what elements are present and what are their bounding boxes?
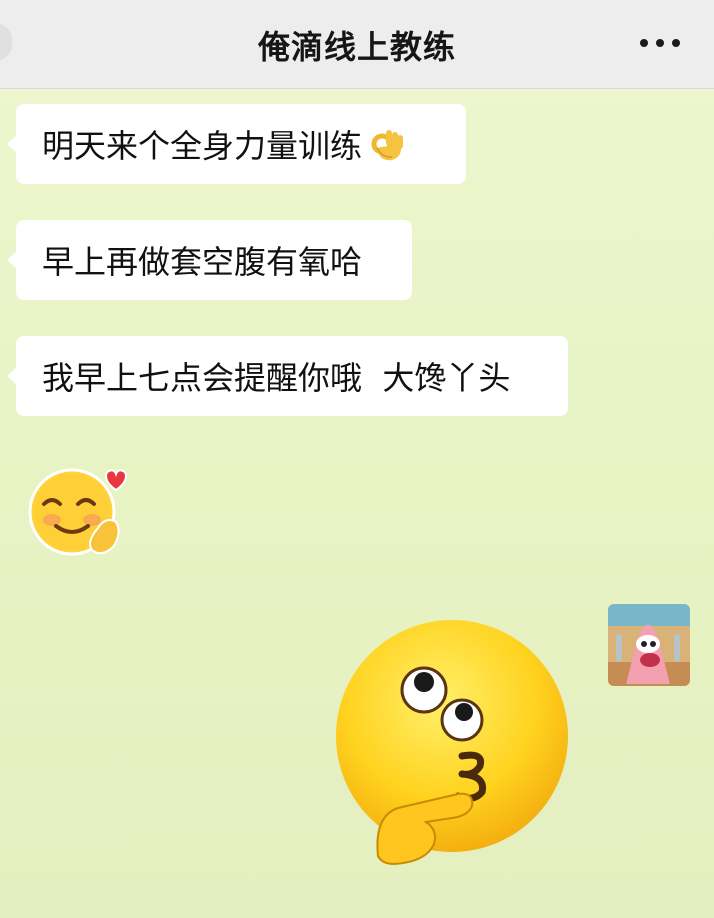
patrick-star-avatar-icon <box>608 604 690 686</box>
more-options-icon[interactable] <box>640 28 680 58</box>
ok-hand-emoji-icon <box>371 130 404 161</box>
message-text: 明天来个全身力量训练 <box>42 127 363 165</box>
sender-avatar[interactable] <box>608 604 690 686</box>
thinking-kiss-emoji-icon[interactable] <box>334 616 574 868</box>
top-bar: 俺滴线上教练 <box>0 0 714 89</box>
shy-smile-heart-emoji-icon[interactable] <box>26 462 130 558</box>
message-text: 早上再做套空腹有氧哈 <box>42 243 363 281</box>
message-bubble-1[interactable]: 明天来个全身力量训练 <box>7 104 466 184</box>
chat-title: 俺滴线上教练 <box>257 28 456 66</box>
message-bubble-2[interactable]: 早上再做套空腹有氧哈 <box>7 220 412 300</box>
message-text: 我早上七点会提醒你哦 大馋丫头 <box>42 359 511 397</box>
message-bubble-3[interactable]: 我早上七点会提醒你哦 大馋丫头 <box>7 336 568 416</box>
